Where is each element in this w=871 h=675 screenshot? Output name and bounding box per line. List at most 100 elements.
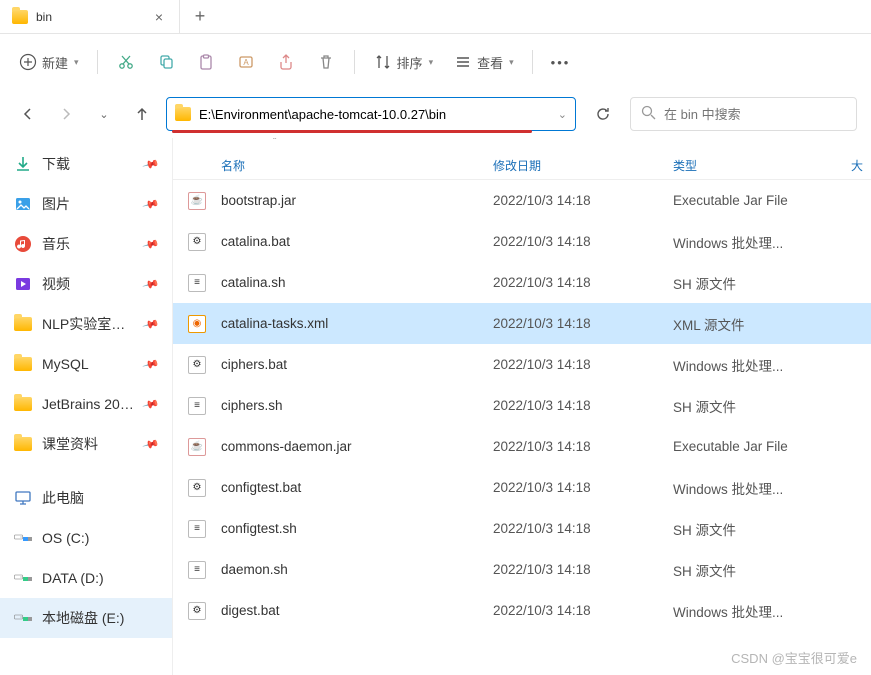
column-type[interactable]: 类型	[673, 157, 823, 174]
sidebar-item[interactable]: 图片 📌	[0, 184, 172, 224]
file-row[interactable]: ⚙ catalina.bat 2022/10/3 14:18 Windows 批…	[173, 221, 871, 262]
file-row[interactable]: ≡ catalina.sh 2022/10/3 14:18 SH 源文件	[173, 262, 871, 303]
separator	[354, 50, 355, 74]
sidebar-item[interactable]: 课堂资料 📌	[0, 424, 172, 464]
view-icon	[453, 52, 473, 72]
view-button[interactable]: 查看 ▾	[445, 44, 522, 80]
rename-button[interactable]: A	[228, 44, 264, 80]
file-date: 2022/10/3 14:18	[493, 234, 673, 249]
file-icon: ◉	[173, 315, 221, 333]
column-size[interactable]: 大	[823, 157, 871, 174]
sidebar-item-label: 图片	[42, 194, 134, 214]
path-input[interactable]	[199, 107, 550, 122]
sidebar-item-drive[interactable]: DATA (D:)	[0, 558, 172, 598]
share-button[interactable]	[268, 44, 304, 80]
share-icon	[276, 52, 296, 72]
column-date[interactable]: 修改日期	[493, 157, 673, 174]
paste-button[interactable]	[188, 44, 224, 80]
chevron-down-icon: ⌄	[99, 108, 108, 121]
sidebar-item-thispc[interactable]: 此电脑	[0, 478, 172, 518]
file-icon: ☕	[173, 438, 221, 456]
main-area: 下载 📌 图片 📌 音乐 📌 视频 📌 NLP实验室相关 📌 MySQL 📌 J…	[0, 138, 871, 675]
folder-icon	[175, 106, 191, 122]
delete-button[interactable]	[308, 44, 344, 80]
file-row[interactable]: ◉ catalina-tasks.xml 2022/10/3 14:18 XML…	[173, 303, 871, 344]
file-row[interactable]: ☕ bootstrap.jar 2022/10/3 14:18 Executab…	[173, 180, 871, 221]
sidebar-item[interactable]: 下载 📌	[0, 144, 172, 184]
refresh-button[interactable]	[586, 97, 620, 131]
file-date: 2022/10/3 14:18	[493, 562, 673, 577]
view-label: 查看	[477, 53, 503, 72]
cut-button[interactable]	[108, 44, 144, 80]
new-tab-button[interactable]: +	[180, 0, 220, 33]
recent-button[interactable]: ⌄	[90, 100, 118, 128]
sidebar-item[interactable]: 视频 📌	[0, 264, 172, 304]
sidebar-item[interactable]: 音乐 📌	[0, 224, 172, 264]
pin-icon: 📌	[142, 315, 160, 333]
column-name[interactable]: 名称	[173, 157, 493, 174]
file-icon: ≡	[173, 274, 221, 292]
file-row[interactable]: ⚙ digest.bat 2022/10/3 14:18 Windows 批处理…	[173, 590, 871, 631]
file-icon: ☕	[173, 192, 221, 210]
file-date: 2022/10/3 14:18	[493, 275, 673, 290]
file-date: 2022/10/3 14:18	[493, 603, 673, 618]
sort-label: 排序	[397, 53, 423, 72]
file-row[interactable]: ≡ daemon.sh 2022/10/3 14:18 SH 源文件	[173, 549, 871, 590]
sidebar-item[interactable]: NLP实验室相关 📌	[0, 304, 172, 344]
trash-icon	[316, 52, 336, 72]
folder-icon	[14, 395, 32, 413]
search-input[interactable]	[664, 107, 846, 122]
sidebar-item[interactable]: JetBrains 2022 📌	[0, 384, 172, 424]
svg-text:A: A	[243, 58, 249, 67]
copy-button[interactable]	[148, 44, 184, 80]
file-icon: ⚙	[173, 479, 221, 497]
download-icon	[14, 155, 32, 173]
pin-icon: 📌	[142, 155, 160, 173]
sidebar-item-label: OS (C:)	[42, 530, 158, 546]
drive-icon	[14, 609, 32, 627]
sort-button[interactable]: 排序 ▾	[365, 44, 442, 80]
sort-icon	[373, 52, 393, 72]
file-type: SH 源文件	[673, 519, 823, 539]
back-button[interactable]	[14, 100, 42, 128]
file-type: Windows 批处理...	[673, 355, 823, 375]
file-row[interactable]: ≡ configtest.sh 2022/10/3 14:18 SH 源文件	[173, 508, 871, 549]
file-row[interactable]: ⚙ configtest.bat 2022/10/3 14:18 Windows…	[173, 467, 871, 508]
file-row[interactable]: ⚙ ciphers.bat 2022/10/3 14:18 Windows 批处…	[173, 344, 871, 385]
drive-icon	[14, 529, 32, 547]
sidebar-item-label: MySQL	[42, 356, 134, 372]
address-bar[interactable]: ⌄	[166, 97, 576, 131]
file-name: commons-daemon.jar	[221, 439, 493, 454]
file-name: bootstrap.jar	[221, 193, 493, 208]
paste-icon	[196, 52, 216, 72]
rename-icon: A	[236, 52, 256, 72]
pin-icon: 📌	[142, 195, 160, 213]
chevron-down-icon[interactable]: ⌄	[558, 108, 567, 121]
file-date: 2022/10/3 14:18	[493, 357, 673, 372]
search-bar[interactable]	[630, 97, 857, 131]
file-row[interactable]: ≡ ciphers.sh 2022/10/3 14:18 SH 源文件	[173, 385, 871, 426]
close-icon[interactable]: ×	[151, 9, 167, 25]
pin-icon: 📌	[142, 435, 160, 453]
file-type: Executable Jar File	[673, 439, 823, 454]
file-name: catalina.sh	[221, 275, 493, 290]
tab-active[interactable]: bin ×	[0, 0, 180, 33]
sidebar-item-drive[interactable]: 本地磁盘 (E:)	[0, 598, 172, 638]
file-rows: ☕ bootstrap.jar 2022/10/3 14:18 Executab…	[173, 180, 871, 675]
sidebar-item-drive[interactable]: OS (C:)	[0, 518, 172, 558]
pin-icon: 📌	[142, 395, 160, 413]
annotation-underline	[172, 130, 532, 133]
file-type: SH 源文件	[673, 396, 823, 416]
forward-button[interactable]	[52, 100, 80, 128]
drive-icon	[14, 569, 32, 587]
up-button[interactable]	[128, 100, 156, 128]
sidebar-item[interactable]: MySQL 📌	[0, 344, 172, 384]
tab-bar: bin × +	[0, 0, 871, 34]
new-button[interactable]: 新建 ▾	[10, 44, 87, 80]
file-type: Windows 批处理...	[673, 232, 823, 252]
folder-icon	[12, 9, 28, 25]
sidebar-item-label: 音乐	[42, 234, 134, 254]
file-row[interactable]: ☕ commons-daemon.jar 2022/10/3 14:18 Exe…	[173, 426, 871, 467]
file-date: 2022/10/3 14:18	[493, 521, 673, 536]
more-button[interactable]: •••	[543, 44, 579, 80]
